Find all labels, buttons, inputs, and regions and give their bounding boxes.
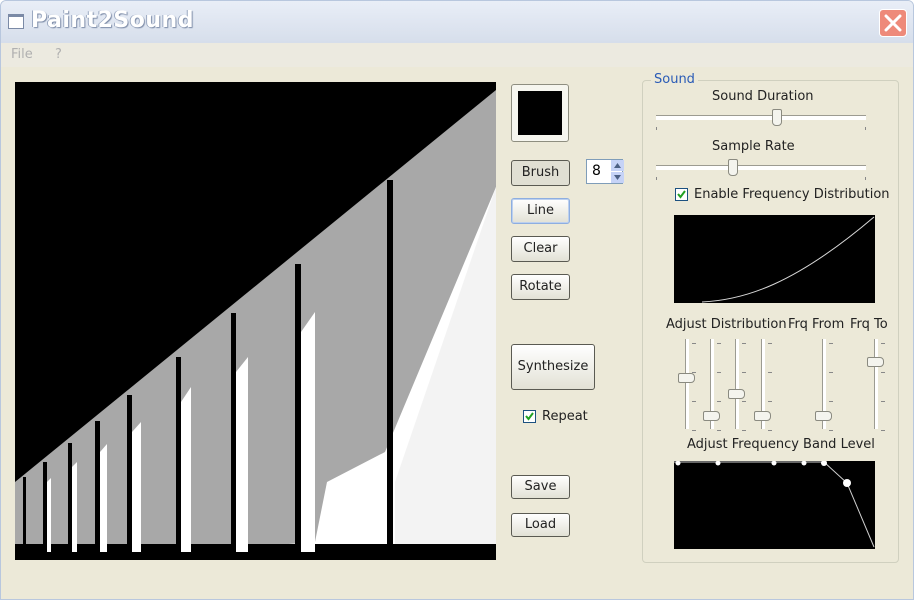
slider-tick bbox=[881, 430, 885, 431]
slider-thumb[interactable] bbox=[728, 159, 738, 176]
slider-tick bbox=[717, 372, 721, 373]
slider-thumb[interactable] bbox=[867, 356, 884, 367]
check-icon bbox=[677, 190, 686, 199]
repeat-label: Repeat bbox=[542, 409, 588, 424]
adjust-distribution-label: Adjust Distribution bbox=[666, 317, 787, 332]
enable-freq-checkbox[interactable] bbox=[675, 188, 688, 201]
arrow-down-icon bbox=[614, 175, 621, 180]
slider-tick bbox=[742, 343, 746, 344]
distribution-slider-3[interactable] bbox=[726, 339, 746, 431]
slider-thumb[interactable] bbox=[754, 411, 771, 421]
slider-tick bbox=[717, 343, 721, 344]
sample-rate-label: Sample Rate bbox=[712, 139, 795, 154]
menu-file[interactable]: File bbox=[11, 47, 33, 62]
sound-duration-slider[interactable] bbox=[656, 107, 866, 130]
slider-tick bbox=[742, 430, 746, 431]
menu-bar: File ? bbox=[1, 43, 913, 67]
spin-up-button[interactable] bbox=[610, 160, 624, 171]
band-level-curve bbox=[674, 460, 875, 548]
slider-tick bbox=[881, 372, 885, 373]
clear-button[interactable]: Clear bbox=[511, 236, 570, 262]
spin-down-button[interactable] bbox=[610, 172, 624, 183]
brush-color-swatch bbox=[518, 91, 562, 135]
frq-from-label: Frq From bbox=[788, 317, 845, 332]
slider-tick bbox=[768, 430, 772, 431]
slider-track bbox=[735, 339, 739, 429]
slider-tick bbox=[692, 430, 696, 431]
slider-tick bbox=[829, 372, 833, 373]
slider-track bbox=[656, 115, 866, 120]
slider-tick bbox=[881, 401, 885, 402]
close-icon bbox=[884, 14, 902, 32]
sample-rate-slider[interactable] bbox=[656, 157, 866, 180]
slider-tick bbox=[768, 372, 772, 373]
slider-tick bbox=[768, 343, 772, 344]
distribution-curve bbox=[701, 216, 875, 303]
distribution-slider-1[interactable] bbox=[676, 339, 696, 431]
frq-to-label: Frq To bbox=[850, 317, 888, 332]
brush-color-button[interactable] bbox=[511, 84, 569, 142]
frq-to-slider[interactable] bbox=[865, 339, 885, 431]
slider-tick bbox=[829, 401, 833, 402]
window-title: Paint2Sound bbox=[31, 8, 194, 33]
save-button[interactable]: Save bbox=[511, 475, 570, 499]
frequency-distribution-graph[interactable] bbox=[674, 215, 875, 303]
brush-size-spinner[interactable]: 8 bbox=[586, 159, 624, 184]
slider-thumb[interactable] bbox=[815, 411, 832, 421]
slider-thumb[interactable] bbox=[678, 372, 695, 383]
slider-tick bbox=[717, 401, 721, 402]
slider-tick bbox=[692, 343, 696, 344]
window-icon bbox=[8, 14, 24, 29]
slider-ticks bbox=[656, 127, 866, 130]
slider-thumb[interactable] bbox=[703, 411, 720, 421]
slider-thumb[interactable] bbox=[728, 388, 745, 399]
sound-group-label: Sound bbox=[651, 72, 698, 87]
frequency-band-graph[interactable] bbox=[674, 460, 875, 549]
slider-tick bbox=[692, 372, 696, 373]
enable-freq-label: Enable Frequency Distribution bbox=[694, 187, 890, 202]
brush-button[interactable]: Brush bbox=[511, 160, 570, 186]
distribution-slider-4[interactable] bbox=[752, 339, 772, 431]
check-icon bbox=[525, 412, 534, 421]
slider-thumb[interactable] bbox=[772, 109, 782, 126]
close-button[interactable] bbox=[879, 9, 907, 37]
slider-tick bbox=[692, 401, 696, 402]
slider-tick bbox=[742, 401, 746, 402]
line-button[interactable]: Line bbox=[511, 198, 570, 224]
sound-duration-label: Sound Duration bbox=[712, 89, 814, 104]
slider-tick bbox=[768, 401, 772, 402]
app-window: Paint2Sound File ? Brush 8 Line Clear Ro… bbox=[0, 0, 914, 600]
slider-ticks bbox=[656, 177, 866, 180]
repeat-checkbox[interactable] bbox=[523, 410, 536, 423]
load-button[interactable]: Load bbox=[511, 513, 570, 537]
arrow-up-icon bbox=[614, 163, 621, 168]
distribution-slider-2[interactable] bbox=[701, 339, 721, 431]
title-bar[interactable]: Paint2Sound bbox=[1, 1, 913, 43]
slider-tick bbox=[829, 430, 833, 431]
synthesize-button[interactable]: Synthesize bbox=[511, 344, 595, 390]
paint-canvas[interactable] bbox=[15, 82, 496, 560]
slider-tick bbox=[742, 372, 746, 373]
slider-tick bbox=[881, 343, 885, 344]
slider-tick bbox=[829, 343, 833, 344]
menu-help[interactable]: ? bbox=[55, 47, 62, 62]
slider-track bbox=[685, 339, 689, 429]
slider-tick bbox=[717, 430, 721, 431]
slider-track bbox=[874, 339, 878, 429]
slider-track bbox=[656, 165, 866, 170]
adjust-band-label: Adjust Frequency Band Level bbox=[687, 437, 875, 452]
rotate-button[interactable]: Rotate bbox=[511, 274, 570, 300]
brush-size-value: 8 bbox=[592, 163, 601, 179]
frq-from-slider[interactable] bbox=[813, 339, 833, 431]
canvas-drawing bbox=[15, 82, 496, 560]
